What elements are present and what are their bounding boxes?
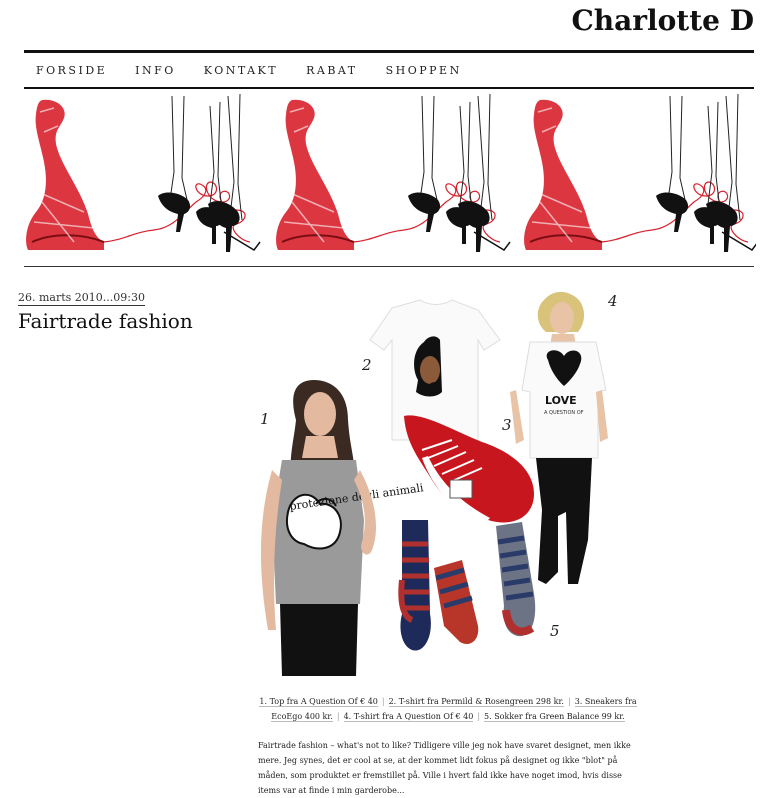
caption-item-2[interactable]: 2. T-shirt fra Permild & Rosengreen 298 … — [388, 697, 564, 707]
collage-number-4: 4 — [607, 292, 618, 310]
header-rule — [24, 50, 754, 53]
nav-item-shoppen[interactable]: SHOPPEN — [386, 64, 462, 77]
caption-separator: | — [567, 697, 571, 706]
caption-separator: | — [381, 697, 385, 706]
product-caption: 1. Top fra A Question Of € 40 | 2. T-shirt… — [258, 694, 638, 724]
collage-number-3: 3 — [502, 416, 512, 434]
nav-item-info[interactable]: INFO — [135, 64, 176, 77]
main-nav: FORSIDE INFO KONTAKT RABAT SHOPPEN — [36, 64, 490, 77]
fairtrade-collage-image: 1 2 3 4 5 protezione degli animali LOVE … — [260, 291, 618, 676]
banner-rule — [24, 266, 754, 267]
caption-separator: | — [336, 712, 340, 721]
nav-rule — [24, 87, 754, 89]
nav-item-forside[interactable]: FORSIDE — [36, 64, 107, 77]
collage-number-2: 2 — [361, 356, 372, 374]
header-banner-illustration — [25, 93, 756, 253]
nav-item-kontakt[interactable]: KONTAKT — [204, 64, 278, 77]
caption-item-1[interactable]: 1. Top fra A Question Of € 40 — [259, 697, 378, 707]
nav-item-rabat[interactable]: RABAT — [306, 64, 358, 77]
striped-socks — [398, 520, 536, 651]
post-date: 26. marts 2010...09:30 — [18, 291, 145, 306]
site-title[interactable]: Charlotte D — [571, 4, 754, 37]
caption-item-4[interactable]: 4. T-shirt fra A Question Of € 40 — [343, 712, 474, 722]
post-title[interactable]: Fairtrade fashion — [18, 309, 193, 333]
caption-item-5[interactable]: 5. Sokker fra Green Balance 99 kr. — [484, 712, 625, 722]
caption-separator: | — [477, 712, 481, 721]
collage-number-1: 1 — [260, 410, 270, 428]
love-brand-text: A QUESTION OF — [544, 410, 584, 416]
post-body: Fairtrade fashion – what's not to like? … — [258, 741, 631, 795]
love-print-text: LOVE — [545, 394, 577, 407]
white-tshirt-portrait — [369, 299, 501, 441]
collage-number-5: 5 — [550, 622, 560, 640]
